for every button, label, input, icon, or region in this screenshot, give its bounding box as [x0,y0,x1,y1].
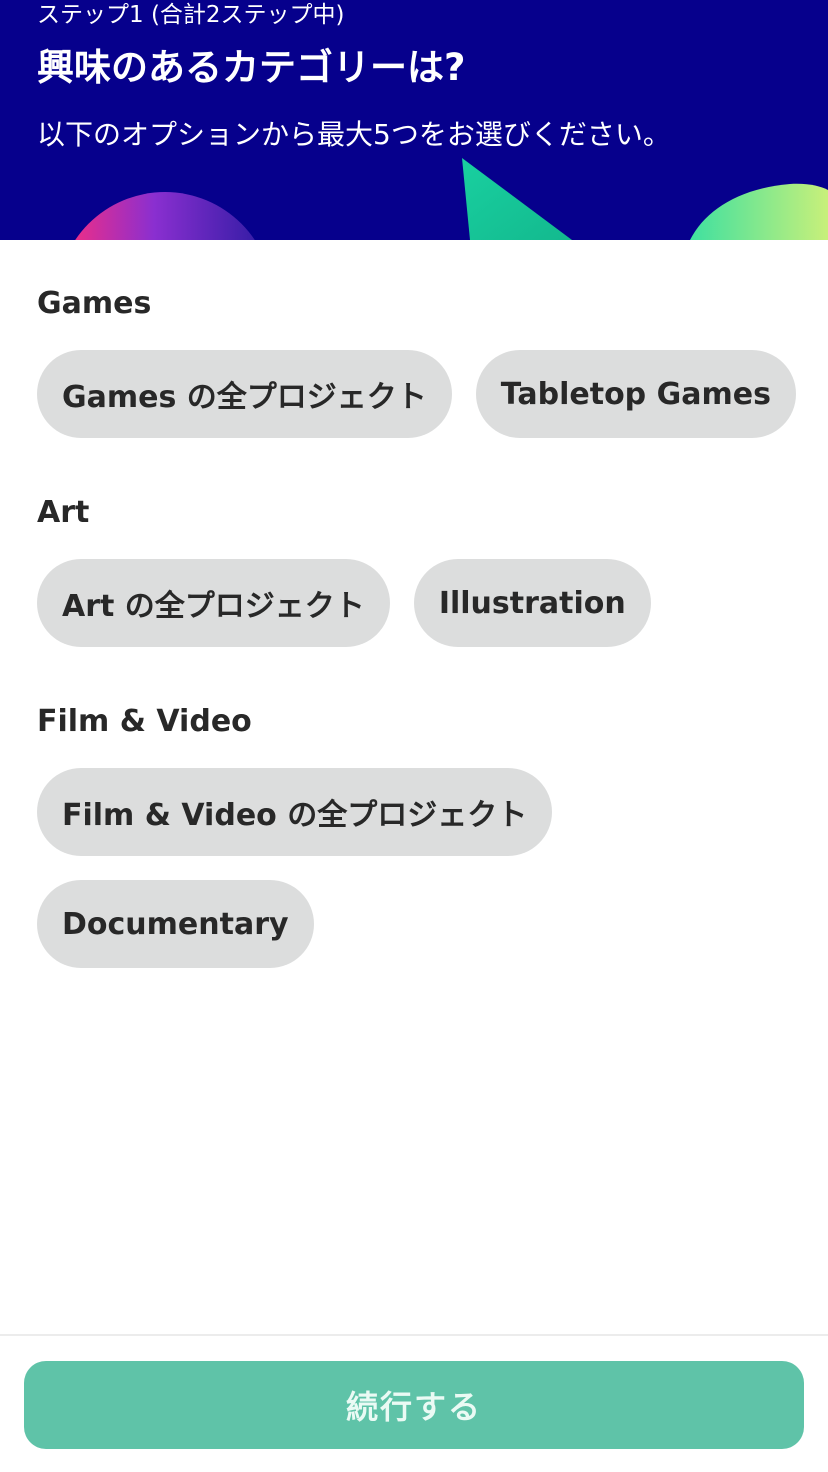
chip-documentary[interactable]: Documentary [37,880,314,968]
page-subtitle: 以下のオプションから最大5つをお選びください。 [37,118,671,151]
chip-group: Games の全プロジェクト Tabletop Games [37,350,797,438]
continue-button[interactable]: 続行する [24,1361,804,1449]
footer-bar: 続行する [0,1334,828,1472]
chip-group: Art の全プロジェクト Illustration [37,559,797,647]
step-indicator: ステップ1 (合計2ステップ中) [37,2,345,28]
chip-tabletop-games[interactable]: Tabletop Games [475,350,796,438]
chip-group: Film & Video の全プロジェクト Documentary [37,768,577,968]
chip-all-art[interactable]: Art の全プロジェクト [37,559,390,647]
section-art: Art Art の全プロジェクト Illustration [37,493,797,647]
section-title: Film & Video [37,704,252,739]
header-banner: ステップ1 (合計2ステップ中) 興味のあるカテゴリーは? 以下のオプションから… [0,0,828,240]
section-games: Games Games の全プロジェクト Tabletop Games [37,284,797,438]
chip-illustration[interactable]: Illustration [413,559,651,647]
section-title: Art [37,495,90,530]
page-title: 興味のあるカテゴリーは? [37,46,466,89]
chip-all-film-video[interactable]: Film & Video の全プロジェクト [37,768,553,856]
section-title: Games [37,286,152,321]
chip-all-games[interactable]: Games の全プロジェクト [37,350,452,438]
section-film-video: Film & Video Film & Video の全プロジェクト Docum… [37,702,577,968]
